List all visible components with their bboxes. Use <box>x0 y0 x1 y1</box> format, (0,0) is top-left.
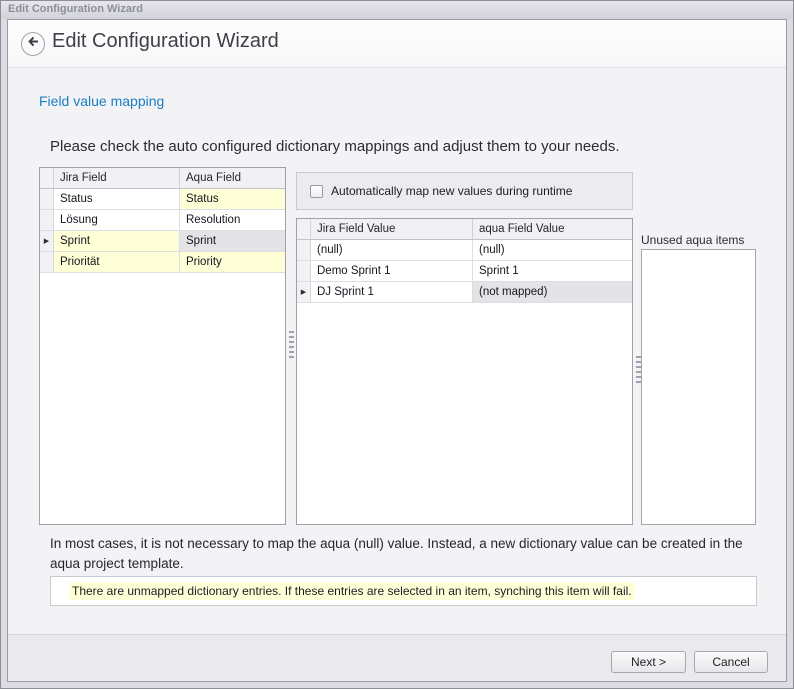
cell-aqua-field[interactable]: Resolution <box>180 210 285 230</box>
value-table-header: Jira Field Value aqua Field Value <box>297 219 632 240</box>
row-indicator-selected: ▶ <box>297 282 311 302</box>
cell-jira-field-value[interactable]: Demo Sprint 1 <box>311 261 473 281</box>
title-bar[interactable]: Edit Configuration Wizard <box>1 1 793 19</box>
wizard-header: Edit Configuration Wizard <box>8 20 786 68</box>
row-indicator-header <box>297 219 311 239</box>
column-header-jira-field-value[interactable]: Jira Field Value <box>311 219 473 239</box>
cell-jira-field[interactable]: Sprint <box>54 231 180 251</box>
row-indicator-selected: ▶ <box>40 231 54 251</box>
table-row[interactable]: Lösung Resolution <box>40 210 285 231</box>
row-indicator-header <box>40 168 54 188</box>
table-row[interactable]: Status Status <box>40 189 285 210</box>
row-indicator <box>40 210 54 230</box>
row-indicator <box>40 189 54 209</box>
table-row[interactable]: Priorität Priority <box>40 252 285 273</box>
column-header-aqua-field-value[interactable]: aqua Field Value <box>473 219 632 239</box>
section-title: Field value mapping <box>39 93 164 109</box>
cell-aqua-field[interactable]: Priority <box>180 252 285 272</box>
table-row-selected[interactable]: ▶ DJ Sprint 1 (not mapped) <box>297 282 632 303</box>
warning-text: There are unmapped dictionary entries. I… <box>69 582 635 600</box>
row-indicator <box>297 240 311 260</box>
field-table-header: Jira Field Aqua Field <box>40 168 285 189</box>
cell-jira-field-value[interactable]: DJ Sprint 1 <box>311 282 473 302</box>
row-indicator <box>40 252 54 272</box>
page-title: Edit Configuration Wizard <box>52 30 279 53</box>
cell-aqua-field-value[interactable]: (null) <box>473 240 632 260</box>
column-header-jira-field[interactable]: Jira Field <box>54 168 180 188</box>
runtime-mapping-panel: Automatically map new values during runt… <box>296 172 633 210</box>
selected-row-arrow-icon: ▶ <box>301 289 306 296</box>
selected-row-arrow-icon: ▶ <box>44 238 49 245</box>
table-row[interactable]: Demo Sprint 1 Sprint 1 <box>297 261 632 282</box>
row-indicator <box>297 261 311 281</box>
unused-aqua-items-listbox[interactable] <box>641 249 756 525</box>
field-mapping-table: Jira Field Aqua Field Status Status Lösu… <box>39 167 286 525</box>
cell-jira-field[interactable]: Lösung <box>54 210 180 230</box>
unused-aqua-items-label: Unused aqua items <box>641 233 744 247</box>
window-title: Edit Configuration Wizard <box>8 3 143 15</box>
footer-bar: Next > Cancel <box>8 634 786 681</box>
cell-aqua-field[interactable]: Status <box>180 189 285 209</box>
instruction-text: Please check the auto configured diction… <box>50 138 620 155</box>
cell-aqua-field-value-focused[interactable]: (not mapped) <box>473 282 632 302</box>
warning-panel: There are unmapped dictionary entries. I… <box>50 576 757 606</box>
cell-aqua-field-value[interactable]: Sprint 1 <box>473 261 632 281</box>
cell-aqua-field-focused[interactable]: Sprint <box>180 231 285 251</box>
cell-jira-field[interactable]: Priorität <box>54 252 180 272</box>
auto-map-checkbox-label: Automatically map new values during runt… <box>331 184 572 198</box>
table-row[interactable]: (null) (null) <box>297 240 632 261</box>
column-header-aqua-field[interactable]: Aqua Field <box>180 168 285 188</box>
table-row-selected[interactable]: ▶ Sprint Sprint <box>40 231 285 252</box>
back-button[interactable] <box>21 32 45 56</box>
vertical-splitter[interactable] <box>289 331 294 361</box>
auto-map-checkbox[interactable] <box>310 185 323 198</box>
wizard-dialog: Edit Configuration Wizard Field value ma… <box>7 19 787 682</box>
app-window: Edit Configuration Wizard Edit Configura… <box>0 0 794 689</box>
cell-jira-field[interactable]: Status <box>54 189 180 209</box>
value-mapping-table: Jira Field Value aqua Field Value (null)… <box>296 218 633 525</box>
next-button[interactable]: Next > <box>611 651 686 673</box>
back-arrow-icon <box>27 35 40 53</box>
cancel-button[interactable]: Cancel <box>694 651 768 673</box>
cell-jira-field-value[interactable]: (null) <box>311 240 473 260</box>
note-text: In most cases, it is not necessary to ma… <box>50 534 750 573</box>
